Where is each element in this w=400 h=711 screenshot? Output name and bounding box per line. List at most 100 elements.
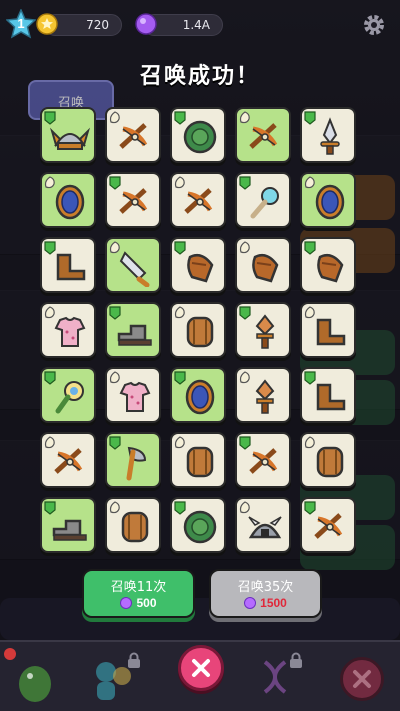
magic-wand-icon (250, 187, 279, 219)
item-slot[interactable] (40, 302, 96, 358)
close-icon (192, 659, 210, 677)
crossbow-icon (119, 123, 148, 149)
item-slot[interactable] (300, 302, 356, 358)
boot-icon (316, 318, 346, 346)
round-shield-icon (55, 184, 85, 220)
wood-shield-icon (186, 316, 214, 348)
round-shield-icon (185, 379, 215, 415)
dinosaur-icon (4, 648, 51, 702)
crossbow-icon (249, 123, 278, 149)
round-shield-icon (315, 184, 345, 220)
item-slot[interactable] (300, 172, 356, 228)
turtle-shell-icon (183, 510, 217, 544)
item-slot[interactable] (235, 432, 291, 488)
axe-icon (126, 446, 147, 481)
gem-icon (244, 597, 257, 609)
summon-11-cost-value: 500 (136, 596, 157, 610)
glove-icon (317, 254, 344, 283)
helmet-horn-icon (50, 127, 90, 150)
sword-hilt-icon (255, 314, 275, 349)
crossbow-icon (249, 448, 278, 474)
item-slot[interactable] (300, 237, 356, 293)
item-slot[interactable] (235, 367, 291, 423)
item-slot[interactable] (235, 302, 291, 358)
item-slot[interactable] (105, 237, 161, 293)
shirt-icon (54, 316, 86, 347)
wood-shield-icon (316, 446, 344, 478)
shirt-icon (119, 381, 151, 412)
crossbow-icon (184, 188, 213, 214)
item-slot[interactable] (105, 107, 161, 163)
item-slot[interactable] (300, 432, 356, 488)
nav-dinosaur[interactable] (0, 642, 80, 711)
item-slot[interactable] (40, 107, 96, 163)
item-slot[interactable] (40, 172, 96, 228)
crossbow-icon (119, 188, 148, 214)
item-slot[interactable] (170, 367, 226, 423)
summon-35-button[interactable]: 召唤35次 1500 (209, 569, 322, 618)
item-slot[interactable] (105, 432, 161, 488)
level-number: 1 (17, 16, 25, 31)
item-slot[interactable] (235, 497, 291, 553)
summon-11-label: 召唤11次 (110, 580, 167, 595)
close-button[interactable] (178, 645, 224, 691)
boot-grey-icon (52, 519, 87, 541)
summon-35-label: 召唤35次 (237, 580, 294, 595)
lock-icon (290, 652, 302, 668)
boot-icon (56, 253, 86, 281)
summon-35-cost-value: 1500 (260, 596, 287, 610)
helmet-spiked-icon (248, 516, 282, 539)
wood-shield-icon (186, 446, 214, 478)
boot-grey-icon (117, 324, 152, 346)
item-slot[interactable] (235, 107, 291, 163)
item-slot[interactable] (170, 302, 226, 358)
close-icon (353, 670, 371, 688)
item-slot[interactable] (105, 172, 161, 228)
glove-icon (252, 254, 279, 283)
item-slot[interactable] (170, 172, 226, 228)
item-slot[interactable] (235, 172, 291, 228)
nav-dna[interactable] (240, 642, 320, 711)
item-slot[interactable] (105, 367, 161, 423)
item-slot[interactable] (170, 237, 226, 293)
item-slot[interactable] (300, 497, 356, 553)
wood-shield-icon (121, 511, 149, 543)
hero-icon (96, 662, 131, 700)
gem-amount: 1.4A (182, 18, 210, 32)
turtle-shell-icon (183, 120, 217, 154)
item-slot[interactable] (105, 302, 161, 358)
boot-icon (316, 383, 346, 411)
secondary-close-button[interactable] (340, 657, 384, 701)
sword-hilt-icon (255, 379, 275, 414)
summon-11-button[interactable]: 召唤11次 500 (82, 569, 195, 618)
item-slot[interactable] (170, 432, 226, 488)
gold-coin-icon (36, 13, 58, 35)
lock-icon (128, 652, 140, 668)
item-slot[interactable] (170, 497, 226, 553)
crossbow-icon (54, 448, 83, 474)
dna-icon (263, 660, 287, 694)
gem-icon (120, 597, 133, 609)
glove-icon (187, 254, 214, 283)
item-slot[interactable] (235, 237, 291, 293)
item-slot[interactable] (300, 107, 356, 163)
nav-hero[interactable] (80, 642, 160, 711)
top-bar: 1 720 1.4A (0, 0, 400, 50)
crossbow-icon (314, 513, 343, 539)
summon-35-cost: 1500 (211, 596, 320, 610)
item-slot[interactable] (40, 367, 96, 423)
item-slot[interactable] (40, 497, 96, 553)
summon-11-cost: 500 (84, 596, 193, 610)
gem-icon (135, 13, 157, 35)
settings-gear-icon[interactable] (362, 13, 386, 37)
item-slot[interactable] (300, 367, 356, 423)
item-slot[interactable] (40, 432, 96, 488)
page-title: 召唤成功！ (139, 64, 260, 89)
dagger-icon (320, 117, 340, 155)
item-slot[interactable] (105, 497, 161, 553)
cleaver-icon (119, 251, 150, 287)
flower-wand-icon (55, 381, 84, 414)
item-slot[interactable] (40, 237, 96, 293)
item-slot[interactable] (170, 107, 226, 163)
gold-amount: 720 (86, 18, 109, 32)
